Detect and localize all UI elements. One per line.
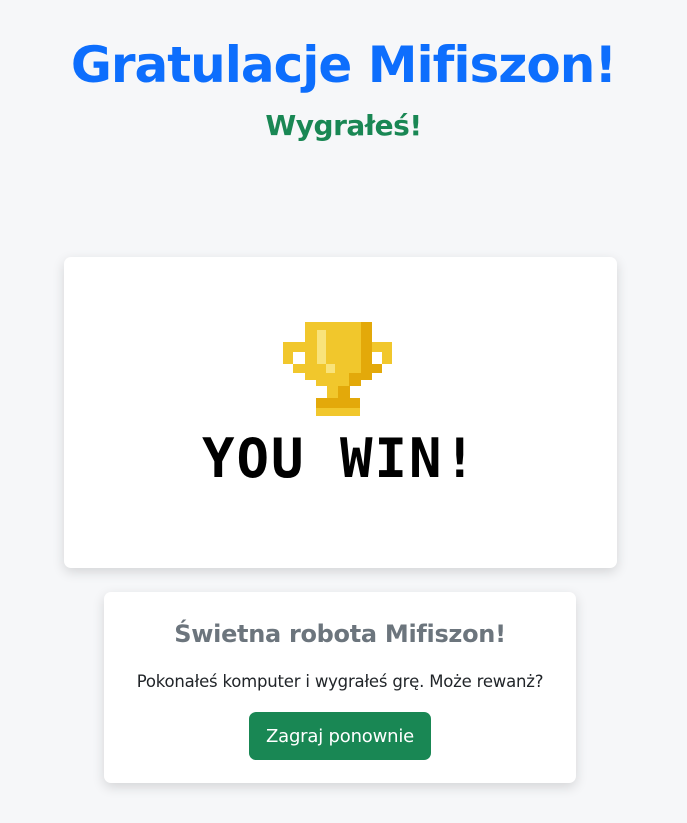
page-subtitle: Wygrałeś! <box>265 109 422 142</box>
result-card: Świetna robota Mifiszon! Pokonałeś kompu… <box>104 592 576 783</box>
play-again-button[interactable]: Zagraj ponownie <box>249 712 431 760</box>
result-heading: Świetna robota Mifiszon! <box>174 620 506 648</box>
trophy-icon <box>283 322 392 416</box>
result-message: Pokonałeś komputer i wygrałeś grę. Może … <box>136 672 544 691</box>
page-title: Gratulacje Mifiszon! <box>70 36 617 94</box>
win-banner-card: YOU WIN! <box>64 257 617 568</box>
you-win-text: YOU WIN! <box>202 427 478 490</box>
